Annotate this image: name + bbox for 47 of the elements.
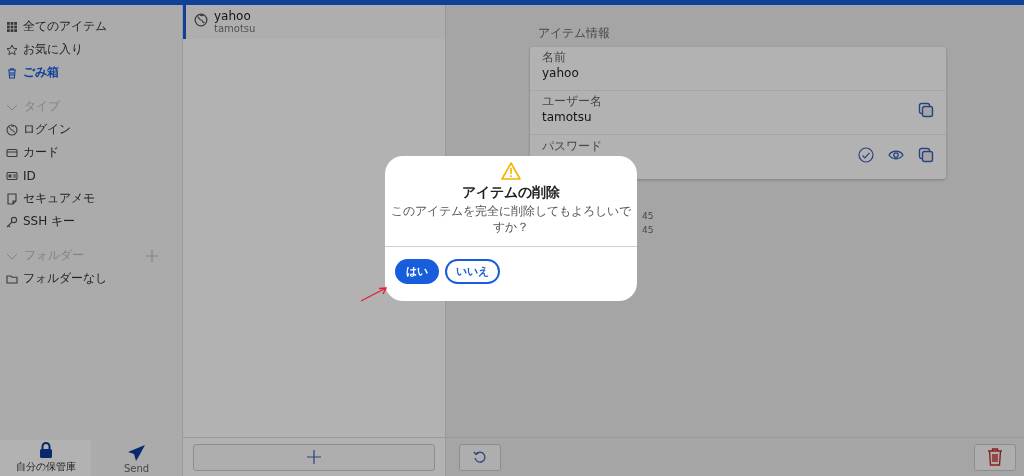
sidebar-item[interactable]: ID [0, 164, 182, 187]
cancel-button[interactable]: いいえ [445, 259, 500, 284]
id-card-icon [6, 169, 18, 182]
field-value: yahoo [542, 65, 580, 82]
sidebar-item[interactable]: フォルダーなし [0, 267, 182, 290]
nav-tab[interactable]: 自分の保管庫 [0, 440, 91, 476]
sidebar-item[interactable]: ログイン [0, 118, 182, 141]
card-icon [6, 146, 18, 159]
check-circle-icon[interactable] [858, 146, 874, 163]
lock-icon [38, 442, 53, 458]
nav-tab[interactable]: Send [91, 440, 182, 476]
trash-icon [987, 448, 1003, 466]
paper-plane-icon [127, 445, 146, 461]
section-title: アイテム情報 [538, 25, 610, 42]
key-icon [6, 215, 18, 228]
restore-icon [473, 450, 487, 464]
field-label: パスワード [542, 138, 603, 153]
note-icon [6, 192, 18, 205]
sidebar-item[interactable]: SSH キー [0, 210, 182, 233]
add-icon [307, 450, 321, 464]
delete-button[interactable] [974, 443, 1016, 471]
item-name: yahoo [214, 10, 252, 23]
field-label: ユーザー名 [542, 94, 603, 108]
sidebar-item[interactable]: セキュアメモ [0, 187, 182, 210]
sidebar-item[interactable]: 全てのアイテム [0, 15, 182, 38]
warning-icon [501, 162, 521, 180]
annotation-arrow [360, 286, 388, 302]
field-value: tamotsu [542, 109, 593, 126]
sidebar-item[interactable]: お気に入り [0, 38, 182, 61]
history-text: 45 [642, 224, 655, 237]
folder-icon [6, 272, 18, 285]
dialog-message: このアイテムを完全に削除してもよろしいですか？ [390, 203, 632, 235]
sidebar-item[interactable]: ごみ箱 [0, 61, 182, 84]
item-username: tamotsu [214, 23, 256, 35]
restore-button[interactable] [459, 443, 501, 471]
history-text: 45 [642, 210, 655, 223]
grid-icon [6, 20, 18, 33]
field-label: 名前 [542, 50, 567, 64]
copy-icon[interactable] [918, 146, 934, 163]
dialog-title: アイテムの削除 [462, 184, 560, 202]
eye-icon[interactable] [888, 148, 904, 161]
confirm-button[interactable]: はい [395, 259, 439, 284]
sidebar-item[interactable]: カード [0, 141, 182, 164]
star-icon [6, 43, 18, 56]
vault-item[interactable]: yahoo tamotsu [183, 5, 445, 39]
trash-icon [6, 66, 18, 79]
copy-icon[interactable] [918, 102, 934, 118]
